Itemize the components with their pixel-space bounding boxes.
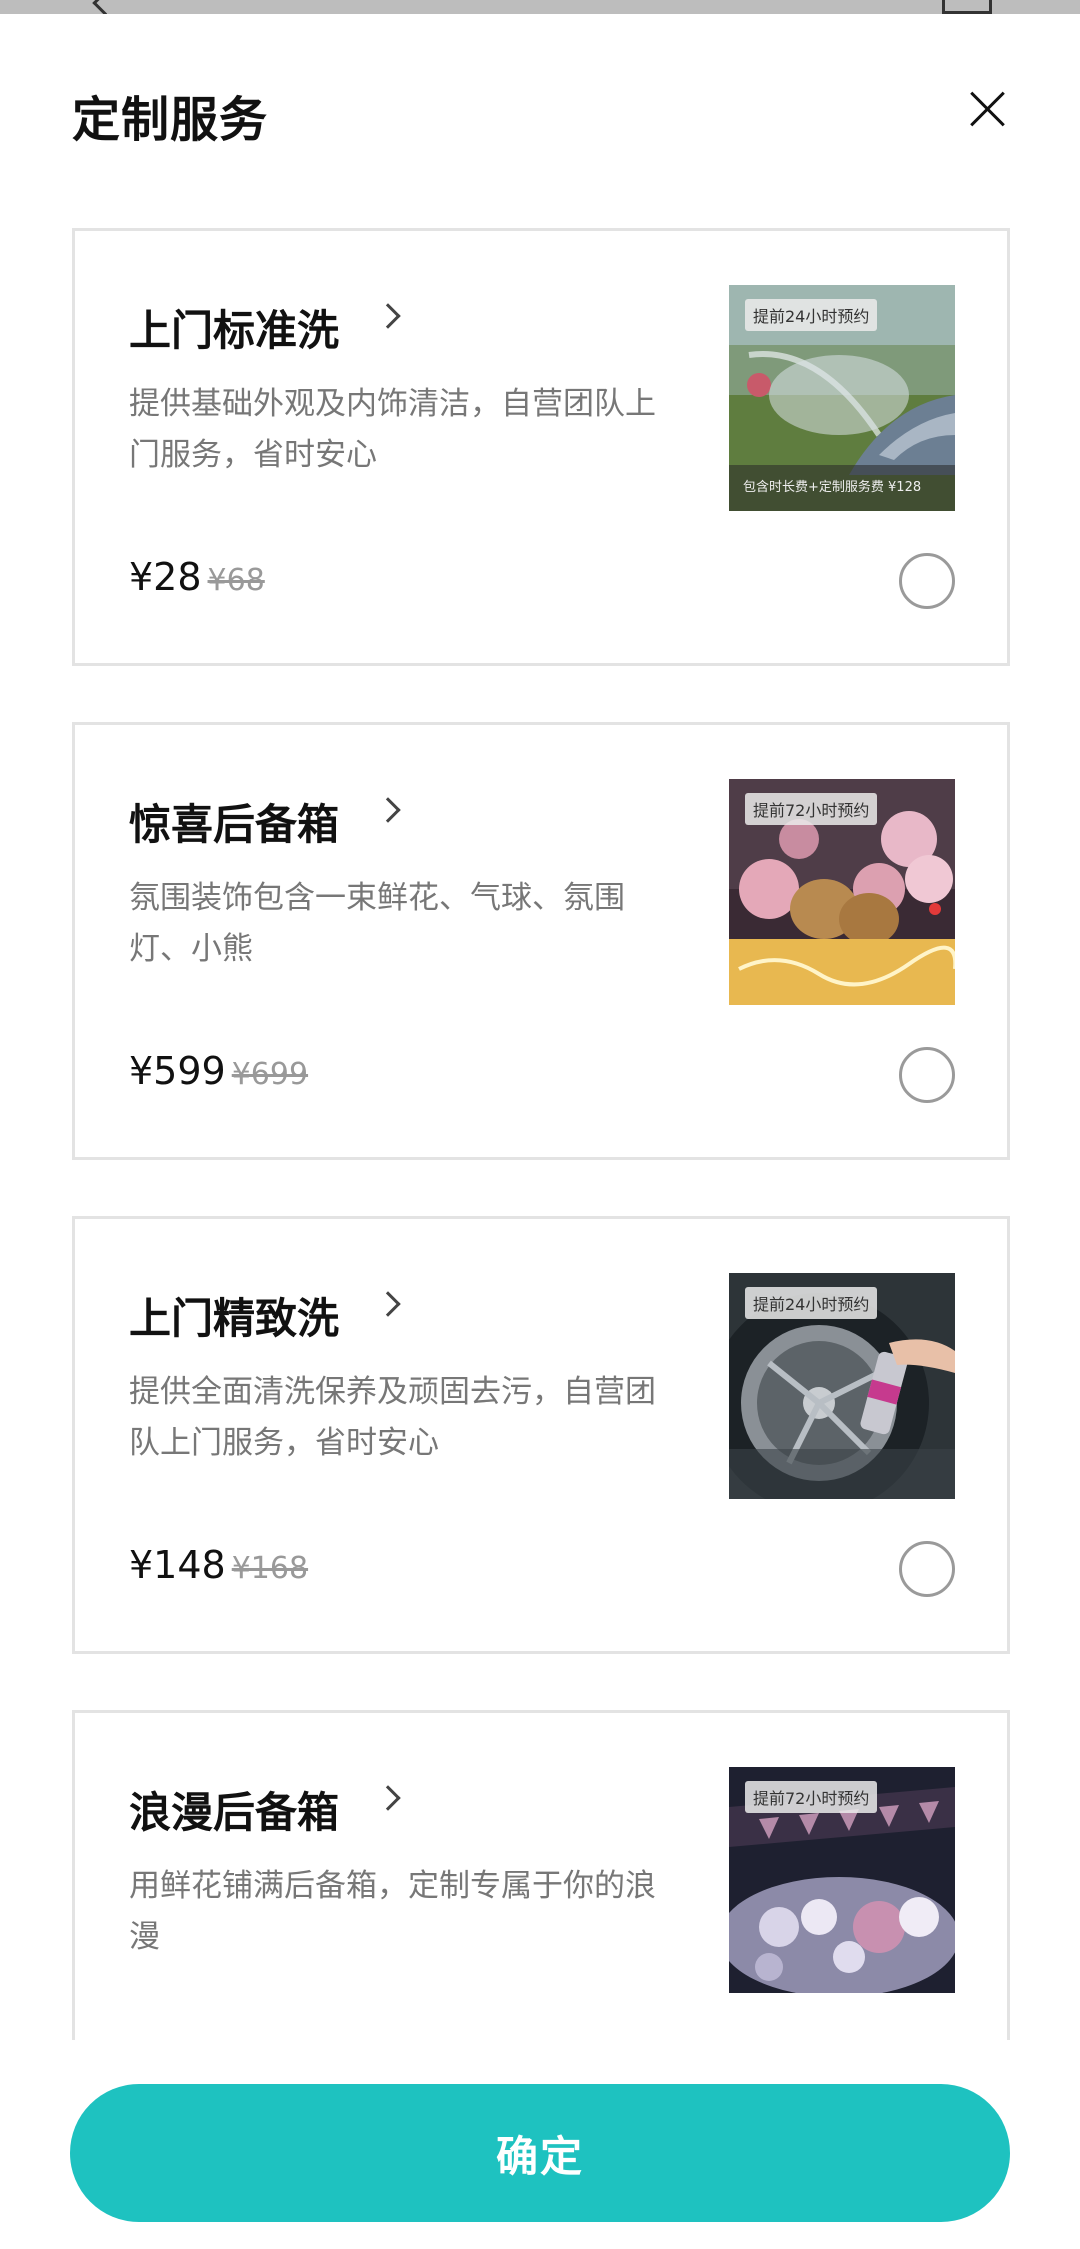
service-image[interactable]: 提前72小时预约	[729, 779, 955, 1005]
service-name[interactable]: 惊喜后备箱	[129, 791, 339, 852]
current-price: ¥28	[129, 555, 202, 599]
service-description: 用鲜花铺满后备箱，定制专属于你的浪漫	[129, 1868, 656, 1955]
price-row: ¥599 ¥699	[129, 1049, 308, 1093]
chevron-right-icon[interactable]	[375, 1291, 401, 1317]
window-icon	[942, 0, 992, 14]
custom-service-sheet: 定制服务 上门标准洗 提供基础外观及内饰清洁，自营团队上门服务，省时安心 ¥28…	[0, 14, 1080, 2249]
service-card-surprise-trunk[interactable]: 惊喜后备箱 氛围装饰包含一束鲜花、气球、氛围灯、小熊 ¥599 ¥699 提前7…	[72, 722, 1010, 1160]
price-row: ¥148 ¥168	[129, 1543, 308, 1587]
select-radio[interactable]	[899, 1541, 955, 1597]
service-name[interactable]: 浪漫后备箱	[129, 1779, 339, 1840]
chevron-right-icon[interactable]	[375, 797, 401, 823]
service-description: 氛围装饰包含一束鲜花、气球、氛围灯、小熊	[129, 880, 625, 967]
booking-tag: 提前24小时预约	[745, 299, 878, 331]
image-footer-text: 包含时长费+定制服务费 ¥128	[729, 465, 955, 511]
select-radio[interactable]	[899, 553, 955, 609]
service-card-standard-wash[interactable]: 上门标准洗 提供基础外观及内饰清洁，自营团队上门服务，省时安心 ¥28¥68	[72, 228, 1010, 666]
sheet-title: 定制服务	[72, 92, 269, 148]
booking-tag: 提前72小时预约	[745, 1781, 878, 1813]
service-image[interactable]: 提前24小时预约 包含时长费+定制服务费 ¥128	[729, 285, 955, 511]
close-icon[interactable]	[962, 84, 1012, 134]
service-card-romantic-trunk[interactable]: 浪漫后备箱 用鲜花铺满后备箱，定制专属于你的浪漫 提前72小时预约	[72, 1710, 1010, 2040]
status-strip	[0, 0, 1080, 16]
booking-tag: 提前24小时预约	[745, 1287, 878, 1319]
chevron-right-icon[interactable]	[375, 303, 401, 329]
confirm-button[interactable]: 确定	[70, 2084, 1010, 2222]
chevron-right-icon[interactable]	[375, 1785, 401, 1811]
service-image[interactable]: 提前24小时预约	[729, 1273, 955, 1499]
service-name[interactable]: 上门标准洗	[129, 297, 339, 358]
original-price: ¥168	[231, 1551, 309, 1586]
price-row: ¥28 ¥68	[129, 555, 265, 599]
current-price: ¥148	[129, 1543, 226, 1587]
original-price: ¥699	[231, 1057, 309, 1092]
service-description: 提供基础外观及内饰清洁，自营团队上门服务，省时安心	[129, 386, 656, 473]
service-name[interactable]: 上门精致洗	[129, 1285, 339, 1346]
service-description: 提供全面清洗保养及顽固去污，自营团队上门服务，省时安心	[129, 1374, 656, 1461]
original-price: ¥68	[207, 563, 265, 598]
service-image[interactable]: 提前72小时预约	[729, 1767, 955, 1993]
booking-tag: 提前72小时预约	[745, 793, 878, 825]
service-card-premium-wash[interactable]: 上门精致洗 提供全面清洗保养及顽固去污，自营团队上门服务，省时安心 ¥148 ¥1…	[72, 1216, 1010, 1654]
select-radio[interactable]	[899, 1047, 955, 1103]
service-list[interactable]: 上门标准洗 提供基础外观及内饰清洁，自营团队上门服务，省时安心 ¥28¥68	[72, 228, 1010, 2040]
current-price: ¥599	[129, 1049, 226, 1093]
